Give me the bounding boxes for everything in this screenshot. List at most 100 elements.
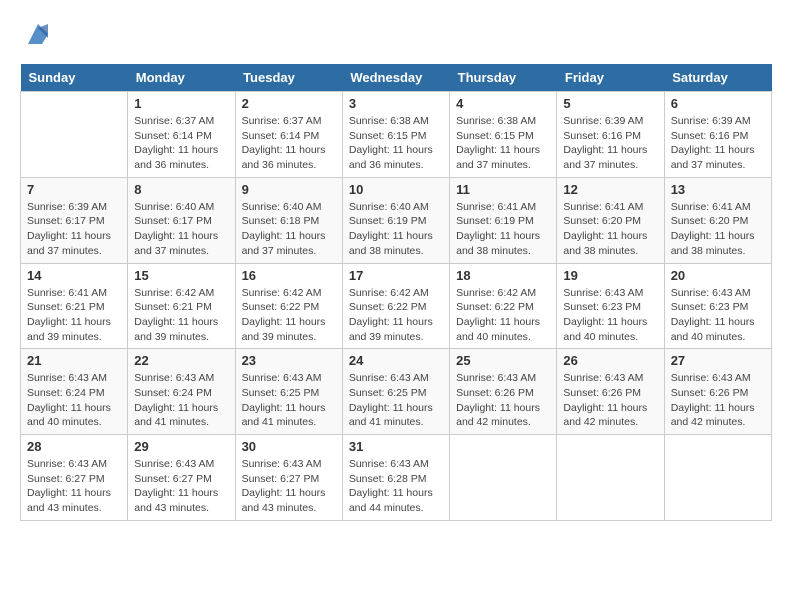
day-number: 10 bbox=[349, 182, 443, 197]
week-row-3: 14 Sunrise: 6:41 AMSunset: 6:21 PMDayligh… bbox=[21, 263, 772, 349]
day-cell: 22Sunrise: 6:43 AMSunset: 6:24 PMDayligh… bbox=[128, 349, 235, 435]
day-info: Sunrise: 6:43 AMSunset: 6:27 PMDaylight:… bbox=[134, 457, 228, 516]
day-number: 25 bbox=[456, 353, 550, 368]
day-info: Sunrise: 6:43 AMSunset: 6:23 PMDaylight:… bbox=[671, 286, 765, 345]
day-info: Sunrise: 6:43 AMSunset: 6:24 PMDaylight:… bbox=[134, 371, 228, 430]
day-info: Sunrise: 6:39 AMSunset: 6:16 PMDaylight:… bbox=[671, 114, 765, 173]
day-cell: 20 Sunrise: 6:43 AMSunset: 6:23 PMDayligh… bbox=[664, 263, 771, 349]
day-cell: 30 Sunrise: 6:43 AMSunset: 6:27 PMDayligh… bbox=[235, 435, 342, 521]
day-cell: 31Sunrise: 6:43 AMSunset: 6:28 PMDayligh… bbox=[342, 435, 449, 521]
day-number: 19 bbox=[563, 268, 657, 283]
day-info: Sunrise: 6:37 AMSunset: 6:14 PMDaylight:… bbox=[134, 114, 228, 173]
column-header-saturday: Saturday bbox=[664, 64, 771, 92]
day-cell: 26Sunrise: 6:43 AMSunset: 6:26 PMDayligh… bbox=[557, 349, 664, 435]
day-number: 3 bbox=[349, 96, 443, 111]
day-cell: 8 Sunrise: 6:40 AMSunset: 6:17 PMDaylight… bbox=[128, 177, 235, 263]
day-cell: 1Sunrise: 6:37 AMSunset: 6:14 PMDaylight… bbox=[128, 92, 235, 178]
day-info: Sunrise: 6:37 AMSunset: 6:14 PMDaylight:… bbox=[242, 114, 336, 173]
calendar-header: SundayMondayTuesdayWednesdayThursdayFrid… bbox=[21, 64, 772, 92]
day-number: 13 bbox=[671, 182, 765, 197]
day-info: Sunrise: 6:41 AMSunset: 6:21 PMDaylight:… bbox=[27, 286, 121, 345]
day-cell bbox=[557, 435, 664, 521]
day-cell: 5 Sunrise: 6:39 AMSunset: 6:16 PMDaylight… bbox=[557, 92, 664, 178]
day-cell: 17 Sunrise: 6:42 AMSunset: 6:22 PMDayligh… bbox=[342, 263, 449, 349]
header-row: SundayMondayTuesdayWednesdayThursdayFrid… bbox=[21, 64, 772, 92]
day-info: Sunrise: 6:43 AMSunset: 6:25 PMDaylight:… bbox=[242, 371, 336, 430]
day-cell: 28Sunrise: 6:43 AMSunset: 6:27 PMDayligh… bbox=[21, 435, 128, 521]
day-info: Sunrise: 6:38 AMSunset: 6:15 PMDaylight:… bbox=[349, 114, 443, 173]
day-cell: 23 Sunrise: 6:43 AMSunset: 6:25 PMDayligh… bbox=[235, 349, 342, 435]
day-info: Sunrise: 6:42 AMSunset: 6:21 PMDaylight:… bbox=[134, 286, 228, 345]
day-info: Sunrise: 6:42 AMSunset: 6:22 PMDaylight:… bbox=[349, 286, 443, 345]
day-number: 9 bbox=[242, 182, 336, 197]
day-cell: 16 Sunrise: 6:42 AMSunset: 6:22 PMDayligh… bbox=[235, 263, 342, 349]
day-cell: 11 Sunrise: 6:41 AMSunset: 6:19 PMDayligh… bbox=[450, 177, 557, 263]
day-number: 30 bbox=[242, 439, 336, 454]
week-row-1: 1Sunrise: 6:37 AMSunset: 6:14 PMDaylight… bbox=[21, 92, 772, 178]
day-cell: 9 Sunrise: 6:40 AMSunset: 6:18 PMDaylight… bbox=[235, 177, 342, 263]
day-info: Sunrise: 6:42 AMSunset: 6:22 PMDaylight:… bbox=[242, 286, 336, 345]
day-info: Sunrise: 6:43 AMSunset: 6:27 PMDaylight:… bbox=[242, 457, 336, 516]
day-info: Sunrise: 6:38 AMSunset: 6:15 PMDaylight:… bbox=[456, 114, 550, 173]
day-number: 20 bbox=[671, 268, 765, 283]
day-info: Sunrise: 6:40 AMSunset: 6:19 PMDaylight:… bbox=[349, 200, 443, 259]
day-number: 17 bbox=[349, 268, 443, 283]
page-header bbox=[20, 20, 772, 48]
day-info: Sunrise: 6:41 AMSunset: 6:20 PMDaylight:… bbox=[563, 200, 657, 259]
day-info: Sunrise: 6:41 AMSunset: 6:20 PMDaylight:… bbox=[671, 200, 765, 259]
day-number: 27 bbox=[671, 353, 765, 368]
day-info: Sunrise: 6:43 AMSunset: 6:25 PMDaylight:… bbox=[349, 371, 443, 430]
day-number: 16 bbox=[242, 268, 336, 283]
day-info: Sunrise: 6:39 AMSunset: 6:17 PMDaylight:… bbox=[27, 200, 121, 259]
day-cell: 3 Sunrise: 6:38 AMSunset: 6:15 PMDaylight… bbox=[342, 92, 449, 178]
day-number: 24 bbox=[349, 353, 443, 368]
day-number: 12 bbox=[563, 182, 657, 197]
day-info: Sunrise: 6:43 AMSunset: 6:24 PMDaylight:… bbox=[27, 371, 121, 430]
day-number: 8 bbox=[134, 182, 228, 197]
day-cell: 19 Sunrise: 6:43 AMSunset: 6:23 PMDayligh… bbox=[557, 263, 664, 349]
day-cell: 4 Sunrise: 6:38 AMSunset: 6:15 PMDaylight… bbox=[450, 92, 557, 178]
day-cell: 12 Sunrise: 6:41 AMSunset: 6:20 PMDayligh… bbox=[557, 177, 664, 263]
day-number: 18 bbox=[456, 268, 550, 283]
day-info: Sunrise: 6:43 AMSunset: 6:23 PMDaylight:… bbox=[563, 286, 657, 345]
day-cell: 29 Sunrise: 6:43 AMSunset: 6:27 PMDayligh… bbox=[128, 435, 235, 521]
day-info: Sunrise: 6:39 AMSunset: 6:16 PMDaylight:… bbox=[563, 114, 657, 173]
day-number: 28 bbox=[27, 439, 121, 454]
day-cell: 21Sunrise: 6:43 AMSunset: 6:24 PMDayligh… bbox=[21, 349, 128, 435]
day-number: 29 bbox=[134, 439, 228, 454]
column-header-sunday: Sunday bbox=[21, 64, 128, 92]
day-cell: 18 Sunrise: 6:42 AMSunset: 6:22 PMDayligh… bbox=[450, 263, 557, 349]
day-cell: 7 Sunrise: 6:39 AMSunset: 6:17 PMDaylight… bbox=[21, 177, 128, 263]
calendar-body: 1Sunrise: 6:37 AMSunset: 6:14 PMDaylight… bbox=[21, 92, 772, 521]
day-info: Sunrise: 6:42 AMSunset: 6:22 PMDaylight:… bbox=[456, 286, 550, 345]
day-cell: 14 Sunrise: 6:41 AMSunset: 6:21 PMDayligh… bbox=[21, 263, 128, 349]
column-header-tuesday: Tuesday bbox=[235, 64, 342, 92]
day-cell: 2Sunrise: 6:37 AMSunset: 6:14 PMDaylight… bbox=[235, 92, 342, 178]
column-header-monday: Monday bbox=[128, 64, 235, 92]
day-cell: 6Sunrise: 6:39 AMSunset: 6:16 PMDaylight… bbox=[664, 92, 771, 178]
day-cell: 27 Sunrise: 6:43 AMSunset: 6:26 PMDayligh… bbox=[664, 349, 771, 435]
calendar-table: SundayMondayTuesdayWednesdayThursdayFrid… bbox=[20, 64, 772, 521]
day-cell: 10 Sunrise: 6:40 AMSunset: 6:19 PMDayligh… bbox=[342, 177, 449, 263]
day-info: Sunrise: 6:40 AMSunset: 6:17 PMDaylight:… bbox=[134, 200, 228, 259]
day-info: Sunrise: 6:43 AMSunset: 6:26 PMDaylight:… bbox=[671, 371, 765, 430]
day-cell bbox=[664, 435, 771, 521]
column-header-friday: Friday bbox=[557, 64, 664, 92]
day-info: Sunrise: 6:43 AMSunset: 6:28 PMDaylight:… bbox=[349, 457, 443, 516]
week-row-5: 28 Sunrise: 6:43 AMSunset: 6:27 PMDayligh… bbox=[21, 435, 772, 521]
day-number: 23 bbox=[242, 353, 336, 368]
day-cell: 24 Sunrise: 6:43 AMSunset: 6:25 PMDayligh… bbox=[342, 349, 449, 435]
day-cell bbox=[21, 92, 128, 178]
day-number: 4 bbox=[456, 96, 550, 111]
day-cell: 13 Sunrise: 6:41 AMSunset: 6:20 PMDayligh… bbox=[664, 177, 771, 263]
day-info: Sunrise: 6:43 AMSunset: 6:26 PMDaylight:… bbox=[563, 371, 657, 430]
day-number: 11 bbox=[456, 182, 550, 197]
day-info: Sunrise: 6:41 AMSunset: 6:19 PMDaylight:… bbox=[456, 200, 550, 259]
column-header-wednesday: Wednesday bbox=[342, 64, 449, 92]
logo-icon bbox=[24, 20, 52, 48]
day-info: Sunrise: 6:40 AMSunset: 6:18 PMDaylight:… bbox=[242, 200, 336, 259]
day-number: 7 bbox=[27, 182, 121, 197]
day-cell bbox=[450, 435, 557, 521]
day-number: 5 bbox=[563, 96, 657, 111]
day-number: 14 bbox=[27, 268, 121, 283]
